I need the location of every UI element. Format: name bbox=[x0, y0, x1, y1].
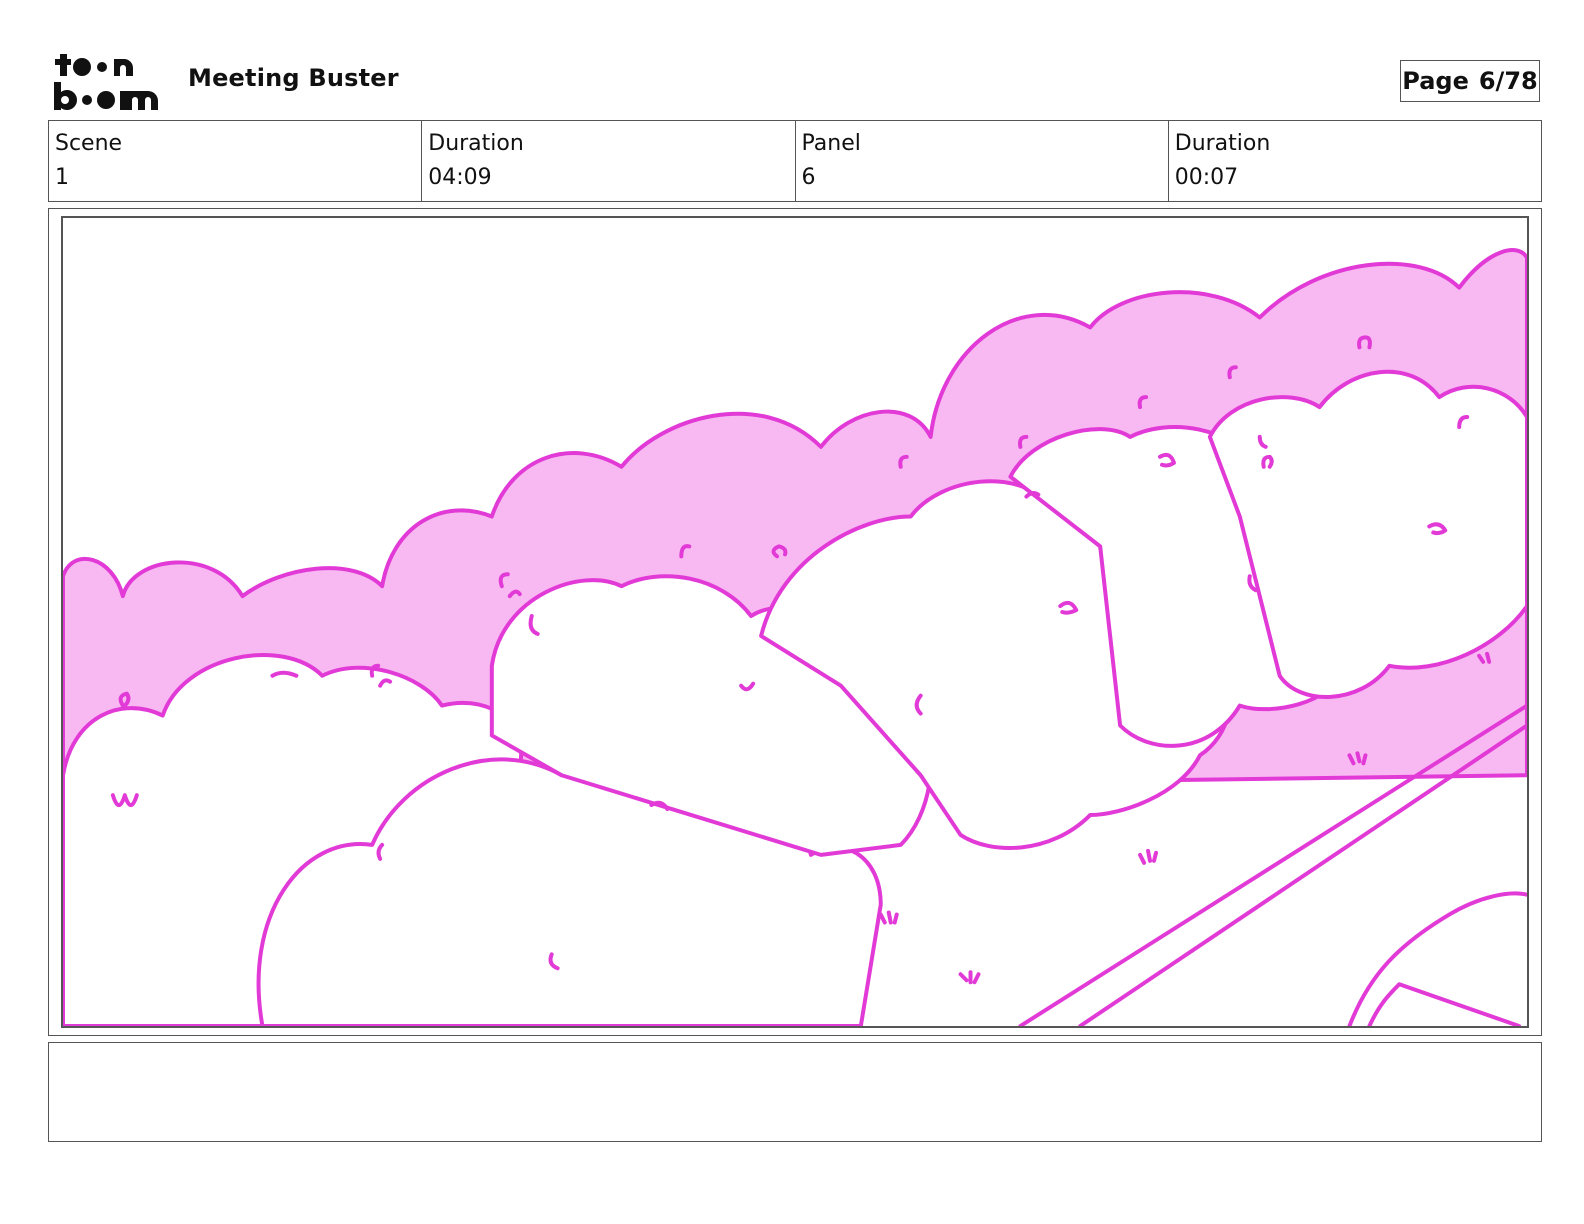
panel-cell: Panel 6 bbox=[796, 121, 1169, 201]
scene-label: Scene bbox=[55, 131, 123, 156]
panel-duration-value: 00:07 bbox=[1174, 165, 1239, 190]
scene-duration-label: Duration bbox=[428, 131, 524, 156]
project-title: Meeting Buster bbox=[188, 64, 399, 92]
vehicle-edge bbox=[1367, 982, 1522, 1026]
scene-duration-cell: Duration 04:09 bbox=[422, 121, 796, 201]
panel-duration-cell: Duration 00:07 bbox=[1169, 121, 1541, 201]
page-number: 6/78 bbox=[1478, 67, 1538, 95]
scene-cell: Scene 1 bbox=[49, 121, 423, 201]
panel-value: 6 bbox=[801, 165, 816, 190]
bush-drawing bbox=[63, 248, 1527, 1026]
scene-duration-value: 04:09 bbox=[428, 165, 492, 190]
page-label: Page bbox=[1402, 67, 1469, 95]
scene-value: 1 bbox=[55, 165, 69, 190]
scene-info-table: Scene 1 Duration 04:09 Panel 6 Duration … bbox=[48, 120, 1542, 202]
page-indicator: Page 6/78 bbox=[1400, 60, 1540, 102]
panel-duration-label: Duration bbox=[1174, 131, 1271, 156]
vehicle-edge bbox=[1347, 891, 1527, 1026]
storyboard-panel-image bbox=[61, 216, 1529, 1028]
panel-label: Panel bbox=[801, 131, 861, 156]
toonboom-logo bbox=[54, 54, 158, 110]
panel-notes-box bbox=[48, 1042, 1542, 1142]
storyboard-panel-frame bbox=[48, 208, 1542, 1036]
